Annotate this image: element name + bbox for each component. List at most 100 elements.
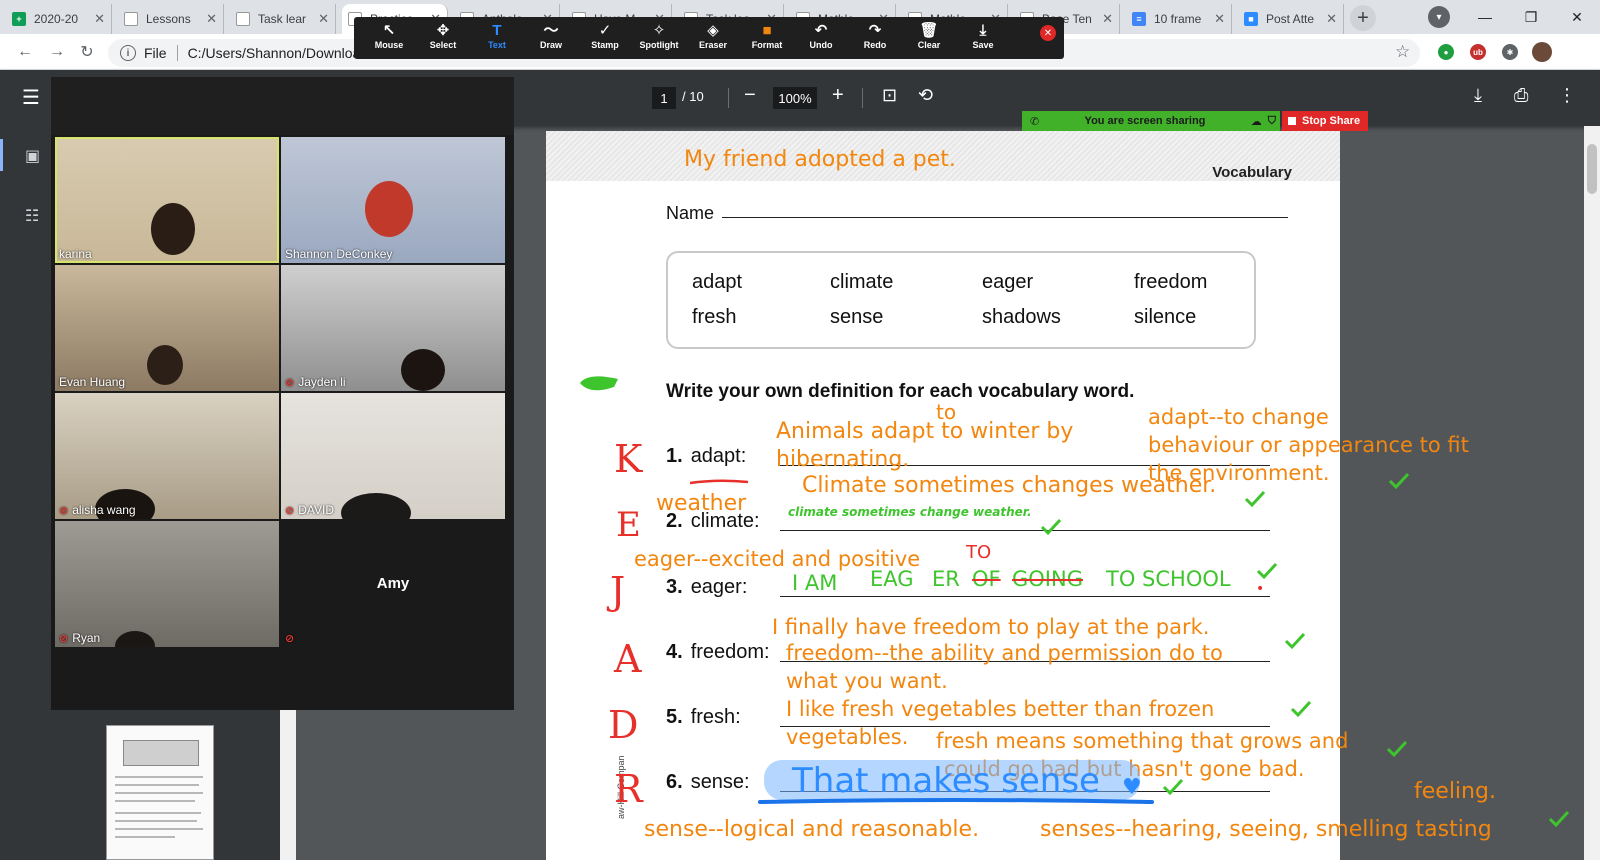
tab-close-icon[interactable]: ✕: [1102, 11, 1113, 27]
participant-video-tile[interactable]: ⊘ DAVID: [281, 393, 505, 519]
red-underline-mark: [689, 479, 749, 485]
student-initial-k: K: [614, 437, 643, 481]
browser-tab[interactable]: Lessons ✕: [118, 4, 224, 34]
zoom-in-icon[interactable]: +: [832, 84, 844, 107]
back-icon[interactable]: ←: [14, 41, 36, 63]
annotation-tool-save[interactable]: ⤓ Save: [956, 17, 1010, 59]
tab-favicon-icon: ≡: [1132, 12, 1146, 26]
toolbar-divider: [862, 88, 863, 108]
page-total: / 10: [682, 89, 704, 104]
bookmark-star-icon[interactable]: ☆: [1395, 42, 1410, 62]
minimize-icon[interactable]: —: [1462, 2, 1508, 32]
site-info-icon[interactable]: i: [120, 45, 136, 61]
annotation-tool-eraser[interactable]: ◈ Eraser: [686, 17, 740, 59]
extension-green-icon[interactable]: ●: [1438, 44, 1454, 60]
tab-close-icon[interactable]: ✕: [94, 11, 105, 27]
tab-close-icon[interactable]: ✕: [1326, 11, 1337, 27]
extensions-puzzle-icon[interactable]: ✱: [1502, 44, 1518, 60]
redo-icon: ↷: [868, 22, 882, 39]
word-bank-item: eager: [982, 271, 1034, 293]
annotation-tool-spotlight[interactable]: ✧ Spotlight: [632, 17, 686, 59]
share-shield-icon: ⛉: [1267, 114, 1276, 127]
participant-video-tile[interactable]: Evan Huang: [55, 265, 279, 391]
outline-icon[interactable]: ☷: [25, 206, 43, 225]
zoom-level-input[interactable]: 100%: [773, 87, 817, 109]
eraser-icon: ◈: [707, 22, 719, 39]
student-initial-e: E: [616, 505, 641, 545]
participant-video-tile[interactable]: Shannon DeConkey: [281, 137, 505, 263]
tab-title: Task lear: [258, 12, 307, 26]
close-window-icon[interactable]: ✕: [1554, 2, 1600, 32]
browser-tab[interactable]: ≡ 10 frame ✕: [1126, 4, 1232, 34]
trash-icon: 🗑: [919, 22, 939, 39]
restore-icon[interactable]: ❐: [1508, 2, 1554, 32]
tab-close-icon[interactable]: ✕: [206, 11, 217, 27]
annotation-adapt-sentence: Animals adapt to winter by: [776, 419, 1074, 444]
browser-tab[interactable]: +2020-20 ✕: [6, 4, 112, 34]
participant-video-tile[interactable]: ⊘ alisha wang: [55, 393, 279, 519]
address-path: C:/Users/Shannon/Downloads: [187, 45, 376, 61]
annotation-tool-clear[interactable]: 🗑 Clear: [902, 17, 956, 59]
profile-avatar-icon[interactable]: [1532, 42, 1552, 62]
thumbnails-icon[interactable]: ▣: [25, 146, 43, 165]
check-icon: [1256, 562, 1278, 580]
annotation-sense-definition: sense--logical and reasonable.: [644, 817, 980, 842]
word-bank-item: shadows: [982, 306, 1061, 328]
annotation-tool-redo[interactable]: ↷ Redo: [848, 17, 902, 59]
scrollbar-thumb[interactable]: [1587, 144, 1597, 194]
check-icon: [1244, 490, 1266, 508]
participant-video-tile[interactable]: ⊘ Jayden li: [281, 265, 505, 391]
tab-close-icon[interactable]: ✕: [318, 11, 329, 27]
participant-video-tile[interactable]: ⊘ Ryan: [55, 521, 279, 647]
tab-favicon-icon: [236, 12, 250, 26]
annotation-tool-text[interactable]: T Text: [470, 17, 524, 59]
annotation-tool-draw[interactable]: 〜 Draw: [524, 17, 578, 59]
browser-tab[interactable]: Task lear ✕: [230, 4, 336, 34]
annotation-tool-mouse[interactable]: ↖ Mouse: [362, 17, 416, 59]
download-icon[interactable]: ⤓: [1474, 85, 1482, 106]
participant-name: Shannon DeConkey: [285, 247, 393, 261]
reload-icon[interactable]: ↻: [76, 41, 98, 63]
check-icon: [1290, 700, 1312, 718]
rotate-icon[interactable]: ⟲: [918, 85, 933, 106]
participant-video-tile[interactable]: karina: [55, 137, 279, 263]
annotation-tool-stamp[interactable]: ✓ Stamp: [578, 17, 632, 59]
page-thumbnail[interactable]: [106, 725, 214, 860]
participant-name-label: Shannon DeConkey: [285, 247, 392, 261]
annotation-tool-label: Select: [429, 40, 457, 50]
tab-close-icon[interactable]: ✕: [1214, 11, 1225, 27]
document-scrollbar[interactable]: [1584, 126, 1600, 860]
check-icon: [1284, 632, 1306, 650]
sidebar-active-indicator: [0, 139, 3, 171]
annotation-tool-undo[interactable]: ↶ Undo: [794, 17, 848, 59]
menu-hamburger-icon[interactable]: ☰: [22, 87, 44, 109]
page-number-input[interactable]: 1: [652, 87, 676, 109]
student-initial-d: D: [608, 703, 639, 747]
fit-page-icon[interactable]: ⊡: [882, 85, 897, 106]
annotation-sense-blue: That makes sense: [792, 761, 1100, 801]
annotation-tool-select[interactable]: ✥ Select: [416, 17, 470, 59]
forward-icon[interactable]: →: [46, 41, 68, 63]
print-icon[interactable]: ⎙: [1514, 85, 1528, 106]
annotation-tool-label: Mouse: [374, 40, 404, 50]
annotation-eager-to: TO: [966, 542, 992, 563]
text-icon: T: [492, 22, 502, 39]
screen: +2020-20✕Lessons✕Task lear✕Practice✕Anth…: [0, 0, 1600, 860]
more-options-icon[interactable]: ⋮: [1558, 85, 1576, 106]
new-tab-button[interactable]: +: [1350, 5, 1376, 31]
answer-line: [780, 530, 1270, 531]
tab-search-icon[interactable]: ▾: [1428, 6, 1450, 28]
annotation-tool-format[interactable]: ■ Format: [740, 17, 794, 59]
extension-ublock-icon[interactable]: ub: [1470, 44, 1486, 60]
muted-mic-icon: ⊘: [285, 633, 295, 645]
participant-video-tile[interactable]: Amy ⊘: [281, 521, 505, 647]
zoom-out-icon[interactable]: −: [744, 84, 756, 107]
participant-video: [147, 345, 183, 385]
item-adapt: 1. adapt:: [666, 445, 747, 467]
stop-share-button[interactable]: Stop Share: [1282, 111, 1368, 131]
browser-tab[interactable]: ■ Post Atte ✕: [1238, 4, 1344, 34]
screen-share-banner: ✆ You are screen sharing ☁ ⛉: [1022, 111, 1280, 131]
close-annotation-icon[interactable]: ✕: [1040, 25, 1056, 41]
participant-name: alisha wang: [72, 503, 136, 517]
annotation-fresh-sentence: I like fresh vegetables better than froz…: [786, 697, 1215, 721]
